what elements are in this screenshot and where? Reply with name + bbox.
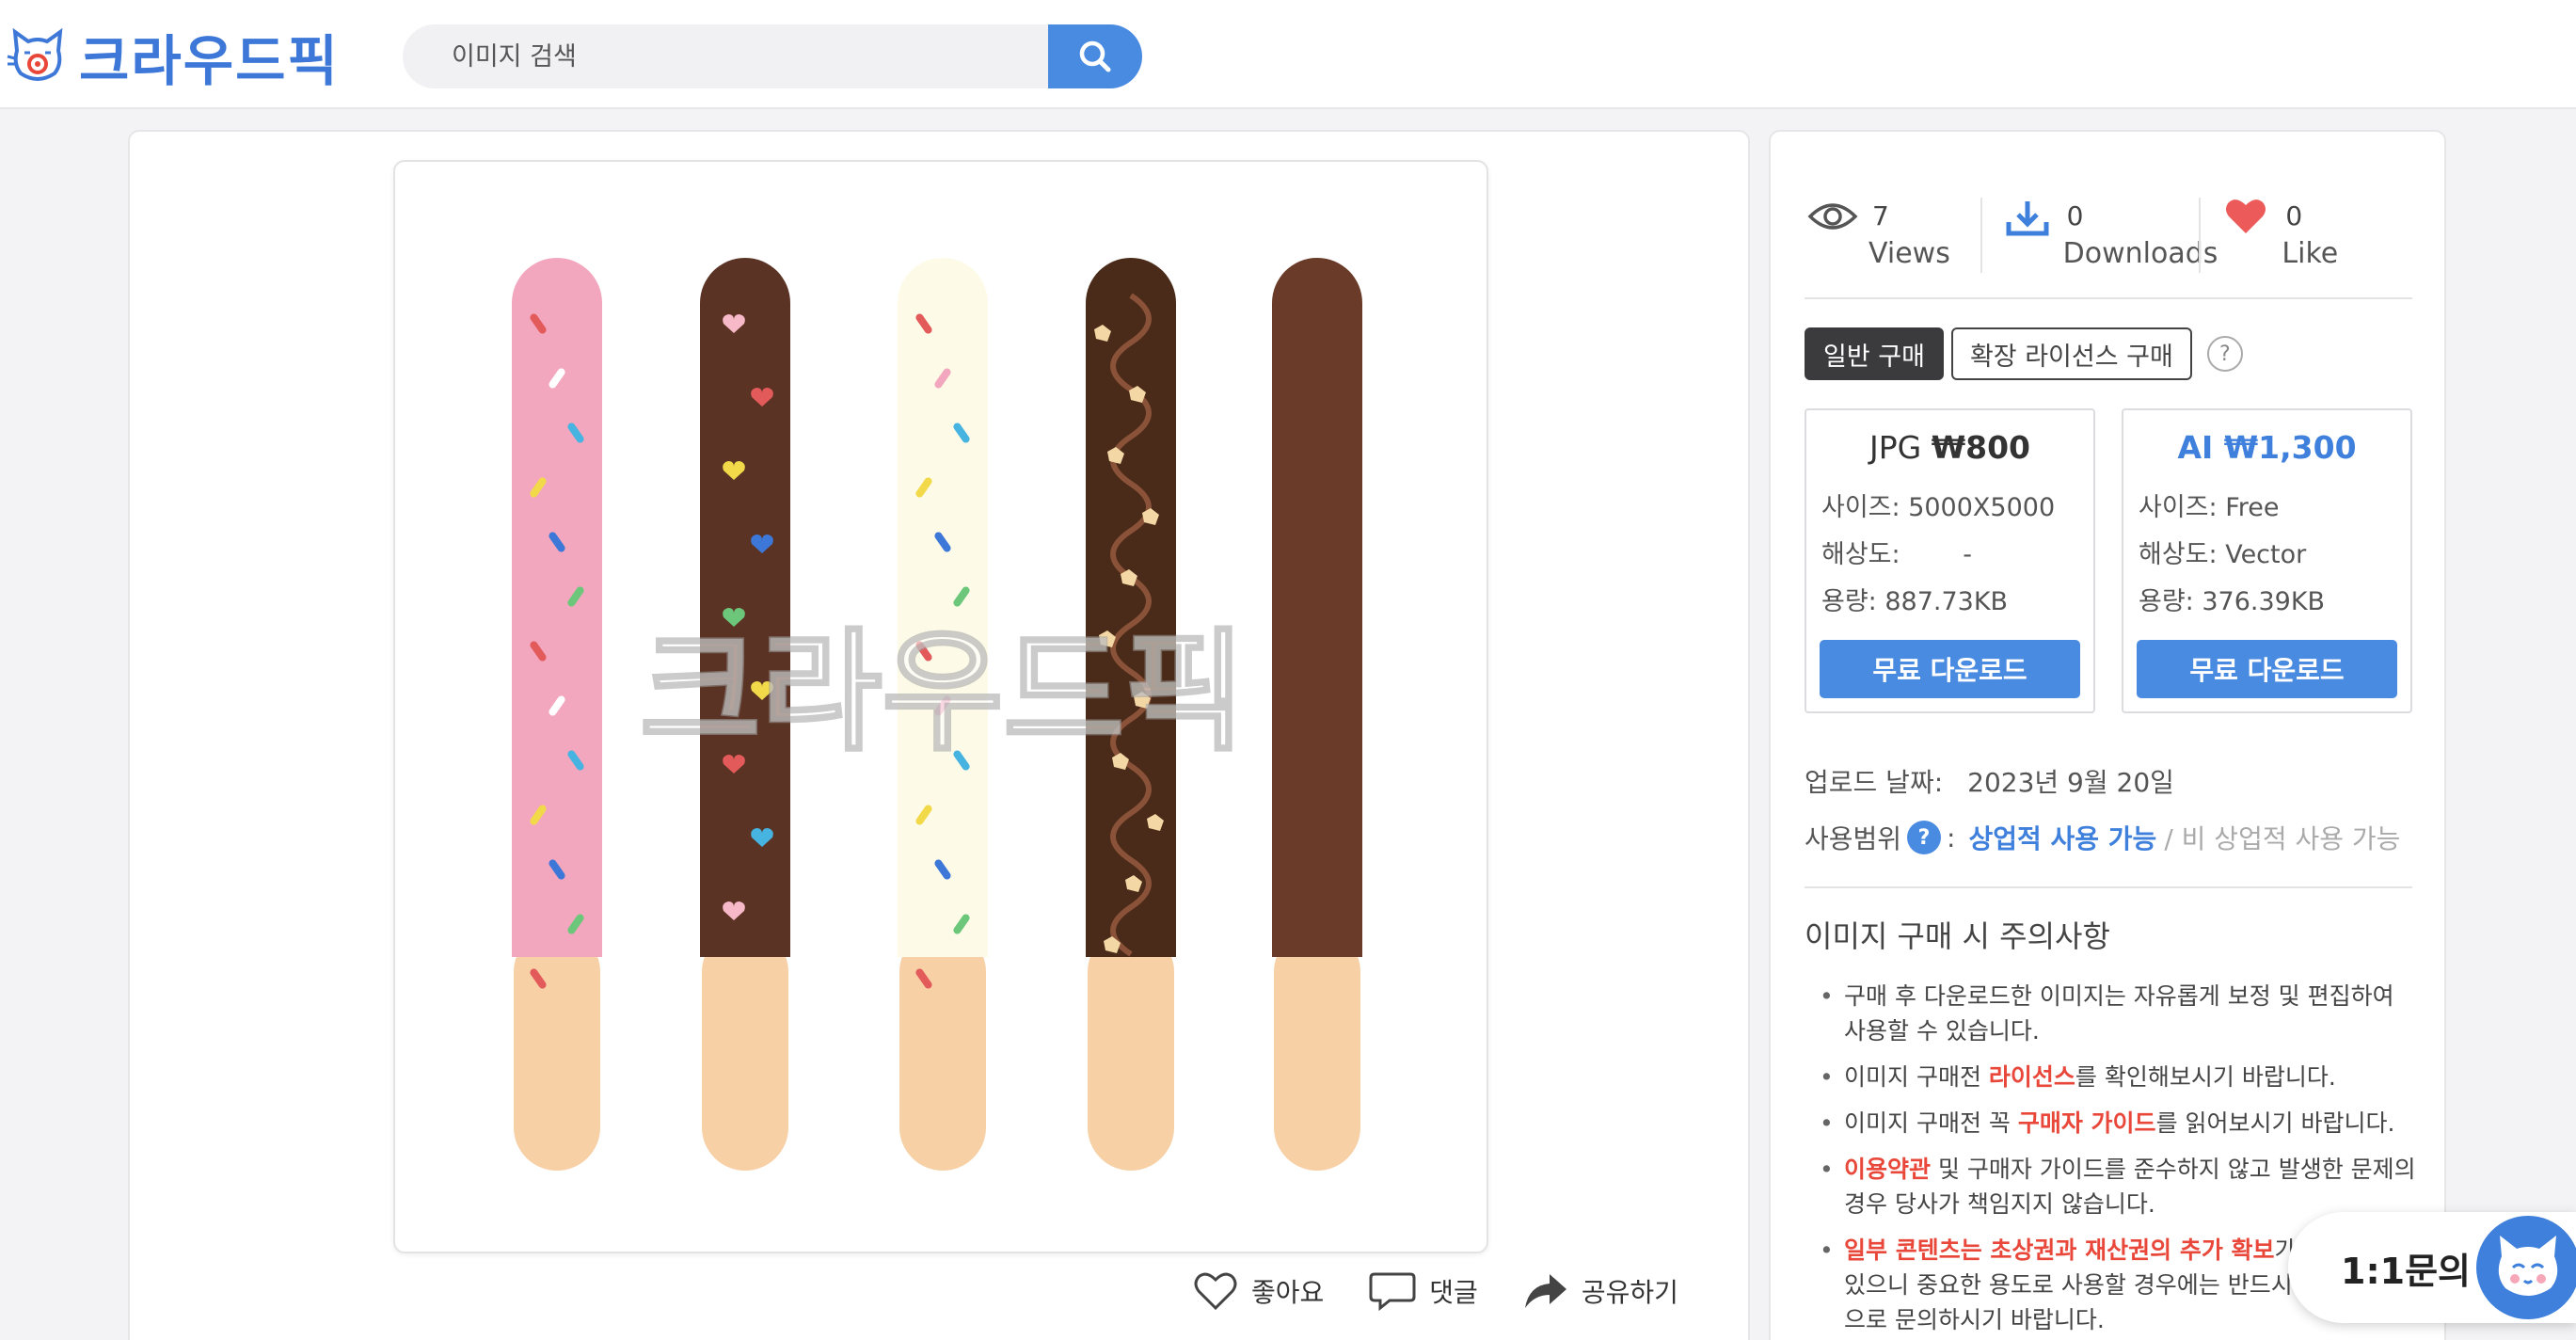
share-action[interactable]: 공유하기 (1523, 1270, 1678, 1312)
stick-5 (1272, 258, 1362, 1171)
jpg-size: 사이즈: 5000X5000 (1821, 493, 2056, 522)
eye-icon (1807, 203, 1858, 230)
jpg-resolution: 해상도: - (1821, 532, 2078, 579)
jpg-resolution-value: - (1963, 540, 1972, 569)
notice-item: 이미지 구매전 꼭 구매자 가이드를 읽어보시기 바랍니다. (1820, 1106, 2422, 1141)
comment-icon (1369, 1272, 1416, 1312)
inquiry-chat-button[interactable]: 1:1문의 (2288, 1212, 2576, 1323)
tab-general-purchase[interactable]: 일반 구매 (1805, 327, 1944, 380)
ai-option: AI ₩1,300 사이즈: Free 해상도: Vector 용량: 376.… (2122, 408, 2412, 713)
info-panel: 7 Views 0 Downloads 0 Like 일반 구매 확장 라이선스… (1769, 130, 2446, 1340)
purchase-tabs: 일반 구매 확장 라이선스 구매 ? (1805, 327, 2243, 380)
upload-date-label: 업로드 날짜: (1805, 767, 1944, 798)
notice-title: 이미지 구매 시 주의사항 (1805, 918, 2110, 954)
pepero-illustration: 크라우드픽 (512, 258, 1362, 1171)
downloads-label: Downloads (2062, 237, 2218, 270)
jpg-price: ₩800 (1931, 429, 2030, 466)
search-icon (1079, 40, 1111, 72)
logo[interactable]: 크라우드픽 (4, 21, 340, 93)
notice-item-2-pre: 이미지 구매전 (1844, 1063, 1989, 1091)
stick-1 (512, 258, 602, 1171)
search-bar (403, 24, 1142, 88)
likes-label: Like (2282, 237, 2339, 270)
usage-noncommercial: / 비 상업적 사용 가능 (2164, 823, 2401, 854)
notice-item: 이미지 구매전 라이선스를 확인해보시기 바랍니다. (1820, 1060, 2422, 1094)
usage-commercial: 상업적 사용 가능 (1968, 823, 2157, 854)
usage-row: 사용범위 ? : 상업적 사용 가능 / 비 상업적 사용 가능 (1805, 811, 2400, 864)
ai-size: 사이즈: Free (2139, 493, 2280, 522)
jpg-filesize: 용량: 887.73KB (1821, 587, 2009, 616)
price-options: JPG ₩800 사이즈: 5000X5000 해상도: - 용량: 887.7… (1805, 408, 2412, 713)
jpg-option: JPG ₩800 사이즈: 5000X5000 해상도: - 용량: 887.7… (1805, 408, 2095, 713)
chat-label: 1:1문의 (2341, 1250, 2471, 1292)
share-label: 공유하기 (1581, 1277, 1678, 1308)
notice-item-3-pre: 이미지 구매전 꼭 (1844, 1109, 2018, 1137)
notice-item-3-post: 를 읽어보시기 바랍니다. (2155, 1109, 2395, 1137)
license-link[interactable]: 라이선스 (1989, 1063, 2075, 1091)
image-panel: 크라우드픽 좋아요 댓글 공유하기 (128, 130, 1750, 1340)
downloads-count: 0 (2066, 200, 2084, 231)
buyer-guide-link[interactable]: 구매자 가이드 (2018, 1109, 2156, 1137)
heart-icon (2226, 199, 2266, 233)
share-icon (1524, 1274, 1566, 1308)
notice-item: 이용약관 및 구매자 가이드를 준수하지 않고 발생한 문제의 경우 당사가 책… (1820, 1152, 2422, 1221)
notice-item-1-text: 구매 후 다운로드한 이미지는 자유롭게 보정 및 편집하여 사용할 수 있습니… (1844, 982, 2394, 1045)
header: 크라우드픽 (0, 0, 2576, 109)
logo-text: 크라우드픽 (79, 29, 340, 93)
ai-download-button[interactable]: 무료 다운로드 (2137, 640, 2397, 698)
notice-item-5-red: 일부 콘텐츠는 초상권과 재산권의 추가 확보 (1844, 1236, 2275, 1264)
usage-colon: : (1947, 822, 1956, 853)
download-icon (2006, 201, 2049, 236)
image-meta: 업로드 날짜: 2023년 9월 20일 사용범위 ? : 상업적 사용 가능 … (1805, 755, 2400, 864)
upload-date-row: 업로드 날짜: 2023년 9월 20일 (1805, 755, 2400, 807)
usage-label: 사용범위 (1805, 823, 1902, 854)
watermark-text: 크라우드픽 (640, 616, 1246, 770)
image-preview[interactable]: 크라우드픽 (393, 160, 1488, 1253)
notice-item: 구매 후 다운로드한 이미지는 자유롭게 보정 및 편집하여 사용할 수 있습니… (1820, 979, 2422, 1048)
comment-action[interactable]: 댓글 (1369, 1270, 1478, 1312)
chat-cat-avatar-icon (2476, 1216, 2576, 1319)
stats-bar: 7 Views 0 Downloads 0 Like (1805, 179, 2412, 299)
downloads-stat: 0 Downloads (1980, 179, 2218, 297)
license-help-icon[interactable]: ? (2206, 336, 2243, 372)
search-button[interactable] (1048, 24, 1142, 88)
ai-filesize: 용량: 376.39KB (2139, 587, 2326, 616)
divider (1805, 886, 2412, 888)
jpg-download-button[interactable]: 무료 다운로드 (1820, 640, 2080, 698)
notice-item-4-post: 및 구매자 가이드를 준수하지 않고 발생한 문제의 경우 당사가 책임지지 않… (1844, 1156, 2416, 1218)
views-count: 7 (1872, 200, 1889, 231)
search-input[interactable] (403, 24, 1061, 88)
ai-title: AI ₩1,300 (2177, 429, 2357, 466)
comment-label: 댓글 (1429, 1277, 1478, 1308)
views-stat: 7 Views (1805, 179, 1999, 297)
notice-item-2-post: 를 확인해보시기 바랍니다. (2075, 1063, 2336, 1091)
jpg-resolution-label: 해상도: (1821, 540, 1900, 569)
tab-extended-license[interactable]: 확장 라이선스 구매 (1950, 327, 2192, 380)
like-action[interactable]: 좋아요 (1193, 1270, 1324, 1312)
heart-outline-icon (1194, 1272, 1237, 1311)
jpg-format: JPG (1868, 429, 1922, 466)
usage-help-icon[interactable]: ? (1907, 821, 1942, 854)
views-label: Views (1868, 237, 1950, 270)
ai-resolution: 해상도: Vector (2139, 540, 2307, 569)
likes-count: 0 (2285, 200, 2303, 231)
image-actions: 좋아요 댓글 공유하기 (1193, 1270, 1678, 1312)
like-label: 좋아요 (1251, 1277, 1325, 1308)
logo-cat-icon (7, 27, 63, 81)
upload-date: 2023년 9월 20일 (1967, 767, 2174, 798)
jpg-title: JPG ₩800 (1821, 429, 2078, 466)
likes-stat[interactable]: 0 Like (2199, 179, 2412, 297)
terms-link[interactable]: 이용약관 (1844, 1156, 1931, 1183)
